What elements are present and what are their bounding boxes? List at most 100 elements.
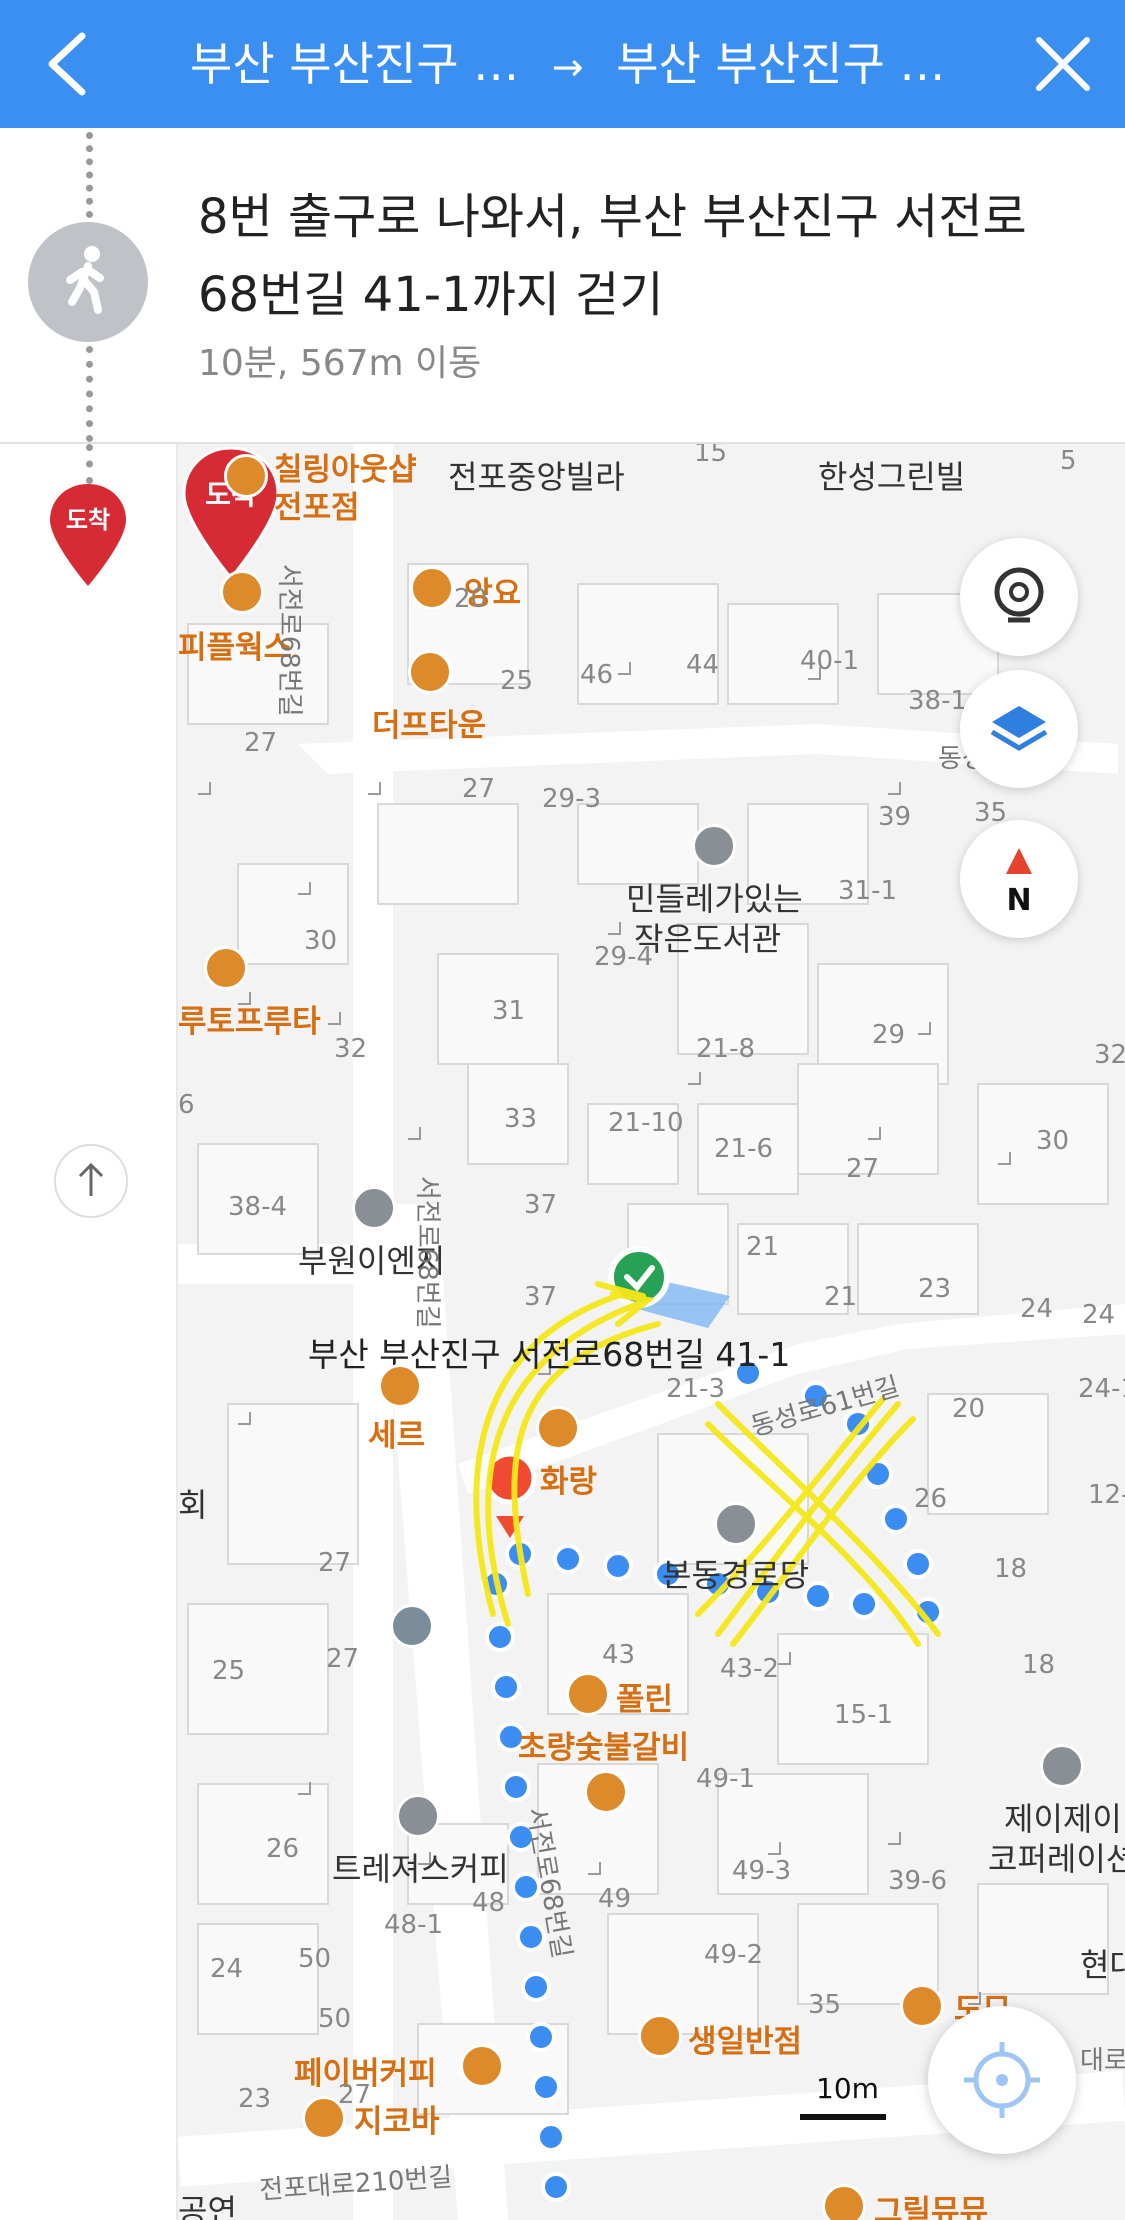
layers-button[interactable] bbox=[960, 670, 1078, 788]
building-number: 15-1 bbox=[834, 1700, 894, 1730]
building-number: 46 bbox=[580, 660, 614, 690]
cafe-icon bbox=[204, 946, 248, 990]
place-label[interactable]: 더프타운 bbox=[372, 700, 486, 745]
road-label: 서전로68번길 bbox=[412, 1176, 442, 1329]
compass-button[interactable]: N bbox=[960, 820, 1078, 938]
building-number: 21 bbox=[746, 1232, 780, 1262]
gps-locate-icon bbox=[964, 2042, 1040, 2118]
building-number: 48 bbox=[472, 1888, 506, 1918]
building-number: 31-1 bbox=[838, 876, 898, 906]
parking-icon bbox=[390, 1604, 434, 1648]
building-number: 50 bbox=[318, 2004, 352, 2034]
building-icon bbox=[1040, 1744, 1084, 1788]
building-number: 21-3 bbox=[666, 1374, 726, 1404]
bar-icon bbox=[224, 454, 268, 498]
building-number: 27 bbox=[338, 2080, 372, 2110]
building-number: 50 bbox=[298, 1944, 332, 1974]
step-instruction: 8번 출구로 나와서, 부산 부산진구 서전로68번길 41-1까지 걷기 bbox=[198, 189, 1027, 323]
place-label: 공연 bbox=[178, 2192, 237, 2220]
place-label[interactable]: 그릴뮤뮤 bbox=[874, 2186, 988, 2220]
building-number: 21 bbox=[824, 1282, 858, 1312]
building-number: 18 bbox=[1022, 1650, 1056, 1680]
place-label: 전포중앙빌라 bbox=[448, 458, 625, 496]
bar-icon bbox=[378, 1364, 422, 1408]
cafe-icon bbox=[536, 1406, 580, 1450]
place-label[interactable]: 초량숯불갈비 bbox=[518, 1722, 689, 1767]
restaurant-icon bbox=[584, 1770, 628, 1814]
place-label[interactable]: 폴린 bbox=[616, 1674, 673, 1719]
place-label: 본동경로당 bbox=[662, 1556, 810, 1594]
building-number: 27 bbox=[846, 1154, 880, 1184]
up-arrow-icon bbox=[78, 1162, 104, 1196]
arrival-pin-icon[interactable]: 도착 bbox=[46, 480, 130, 590]
route-origin: 부산 부산진구 … bbox=[190, 37, 520, 91]
building-number: 21-10 bbox=[608, 1108, 684, 1138]
compass-icon: N bbox=[1006, 848, 1032, 918]
place-label: 회 bbox=[178, 1486, 208, 1524]
building-number: 39-6 bbox=[888, 1866, 948, 1896]
building-number: 27 bbox=[244, 728, 278, 758]
building-number: 24-1 bbox=[1078, 1374, 1125, 1404]
building-number: 37 bbox=[524, 1282, 558, 1312]
building-number: 44 bbox=[686, 650, 720, 680]
cafe-icon bbox=[460, 2044, 504, 2088]
place-label[interactable]: 루토프루타 bbox=[178, 996, 321, 1041]
place-label: 코퍼레이션 bbox=[988, 1840, 1125, 1878]
place-label[interactable]: 생일반점 bbox=[688, 2016, 802, 2061]
building-number: 38-4 bbox=[228, 1192, 288, 1222]
restaurant-icon bbox=[408, 650, 452, 694]
route-timeline-line-end bbox=[86, 444, 101, 484]
place-label: 한성그린빌 bbox=[818, 458, 966, 496]
building-number: 12- bbox=[1088, 1480, 1125, 1510]
navigation-header: 부산 부산진구 … → 부산 부산진구 … bbox=[0, 0, 1125, 128]
building-number: 43 bbox=[602, 1640, 636, 1670]
building-number: 23 bbox=[238, 2084, 272, 2114]
route-destination: 부산 부산진구 … bbox=[616, 37, 946, 91]
building-number: 35 bbox=[808, 1990, 842, 2020]
building-number: 6 bbox=[178, 1090, 195, 1120]
place-label[interactable]: 화랑 bbox=[540, 1456, 597, 1501]
building-number: 37 bbox=[524, 1190, 558, 1220]
building-number: 29-3 bbox=[542, 784, 602, 814]
back-arrow-icon[interactable] bbox=[30, 22, 110, 106]
building-number: 31 bbox=[492, 996, 526, 1026]
place-label[interactable]: 전포점 bbox=[274, 482, 360, 527]
arrival-pin-label: 도착 bbox=[66, 506, 110, 534]
restaurant-icon bbox=[220, 570, 264, 614]
building-number: 21-8 bbox=[696, 1034, 756, 1064]
building-number: 18 bbox=[994, 1554, 1028, 1584]
building-number: 26 bbox=[266, 1834, 300, 1864]
building-number: 23 bbox=[918, 1274, 952, 1304]
building-number: 48-1 bbox=[384, 1910, 444, 1940]
place-label[interactable]: 세르 bbox=[368, 1410, 425, 1455]
building-number: 20 bbox=[454, 584, 488, 614]
building-number: 33 bbox=[504, 1104, 538, 1134]
scroll-up-button[interactable] bbox=[54, 1144, 128, 1218]
library-icon bbox=[692, 824, 736, 868]
route-arrow: → bbox=[551, 45, 584, 89]
building-number: 43-2 bbox=[720, 1654, 780, 1684]
close-icon[interactable] bbox=[1021, 22, 1105, 106]
building-number: 24 bbox=[1020, 1294, 1054, 1324]
building-icon bbox=[396, 1794, 440, 1838]
building-number: 32 bbox=[1094, 1040, 1125, 1070]
cctv-icon bbox=[994, 567, 1044, 623]
building-icon bbox=[352, 1186, 396, 1230]
road-label: 서전로68번길 bbox=[274, 564, 304, 717]
building-number: 49 bbox=[598, 1884, 632, 1914]
building-number: 29 bbox=[872, 1020, 906, 1050]
building-number: 26 bbox=[914, 1484, 948, 1514]
locate-me-button[interactable] bbox=[928, 2006, 1076, 2154]
place-label[interactable]: 작은도서관 bbox=[634, 914, 781, 960]
road-label: 대로 bbox=[1080, 2046, 1125, 2076]
walk-icon bbox=[28, 222, 148, 342]
building-number: 30 bbox=[304, 926, 338, 956]
building-number: 30 bbox=[1036, 1126, 1070, 1156]
map-view[interactable]: 도착 부산 부산진구 서전로68번길 41-1 칠링아웃샵 전포점 전포중앙빌라… bbox=[178, 444, 1125, 2220]
building-number: 15 bbox=[694, 444, 728, 468]
route-summary: 부산 부산진구 … → 부산 부산진구 … bbox=[190, 28, 945, 94]
route-timeline-line-lower bbox=[86, 346, 101, 442]
building-number: 27 bbox=[462, 774, 496, 804]
cctv-button[interactable] bbox=[960, 538, 1078, 656]
building-number: 20 bbox=[952, 1394, 986, 1424]
